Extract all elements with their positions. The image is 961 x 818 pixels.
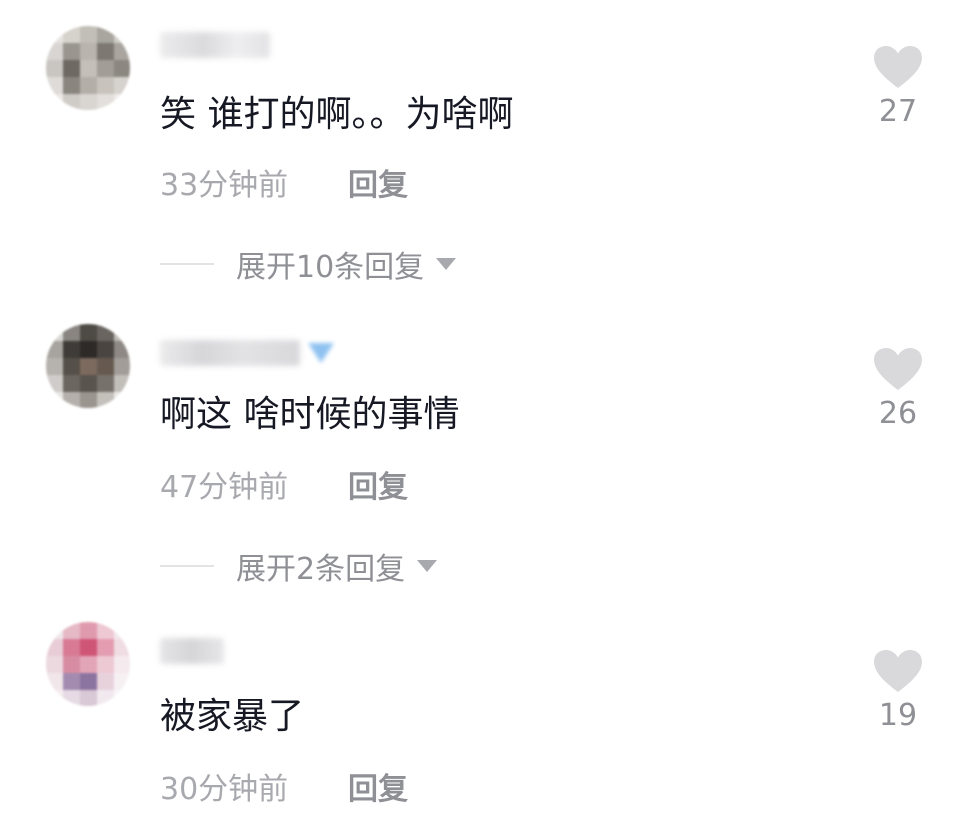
heart-icon xyxy=(874,650,922,692)
comment-meta: 30分钟前 回复 xyxy=(160,770,408,810)
comment-text: 笑 谁打的啊。。为啥啊 xyxy=(160,94,514,135)
heart-icon xyxy=(874,46,922,88)
comment-text: 被家暴了 xyxy=(160,696,305,737)
like-count: 27 xyxy=(878,94,918,129)
blurred-username xyxy=(160,340,300,366)
like-count: 19 xyxy=(878,698,918,733)
username[interactable] xyxy=(160,636,224,666)
comment-time: 33分钟前 xyxy=(160,168,289,203)
comment-text: 啊这 啥时候的事情 xyxy=(160,394,460,435)
divider-line xyxy=(160,263,214,265)
avatar[interactable] xyxy=(46,622,130,706)
blurred-username xyxy=(160,32,270,58)
expand-replies-button[interactable]: 展开2条回复 xyxy=(160,546,438,587)
reply-button[interactable]: 回复 xyxy=(348,468,408,508)
chevron-down-icon xyxy=(436,258,457,270)
like-count: 26 xyxy=(878,396,918,431)
heart-icon xyxy=(874,348,922,390)
comment-time: 47分钟前 xyxy=(160,470,289,505)
reply-button[interactable]: 回复 xyxy=(348,770,408,810)
reply-button[interactable]: 回复 xyxy=(348,166,408,206)
divider-line xyxy=(160,565,214,567)
verified-badge-icon xyxy=(308,343,334,363)
blurred-username xyxy=(160,638,224,664)
like-button[interactable]: 26 xyxy=(868,346,928,432)
comment-meta: 33分钟前 回复 xyxy=(160,166,408,206)
chevron-down-icon xyxy=(417,560,438,572)
like-button[interactable]: 19 xyxy=(868,648,928,734)
like-button[interactable]: 27 xyxy=(868,44,928,130)
comment-meta: 47分钟前 回复 xyxy=(160,468,408,508)
username[interactable] xyxy=(160,338,336,368)
avatar[interactable] xyxy=(46,26,130,110)
expand-replies-label: 展开10条回复 xyxy=(236,250,425,285)
username[interactable] xyxy=(160,30,270,60)
expand-replies-label: 展开2条回复 xyxy=(236,552,406,587)
comment-time: 30分钟前 xyxy=(160,772,289,807)
avatar[interactable] xyxy=(46,324,130,408)
expand-replies-button[interactable]: 展开10条回复 xyxy=(160,244,457,285)
